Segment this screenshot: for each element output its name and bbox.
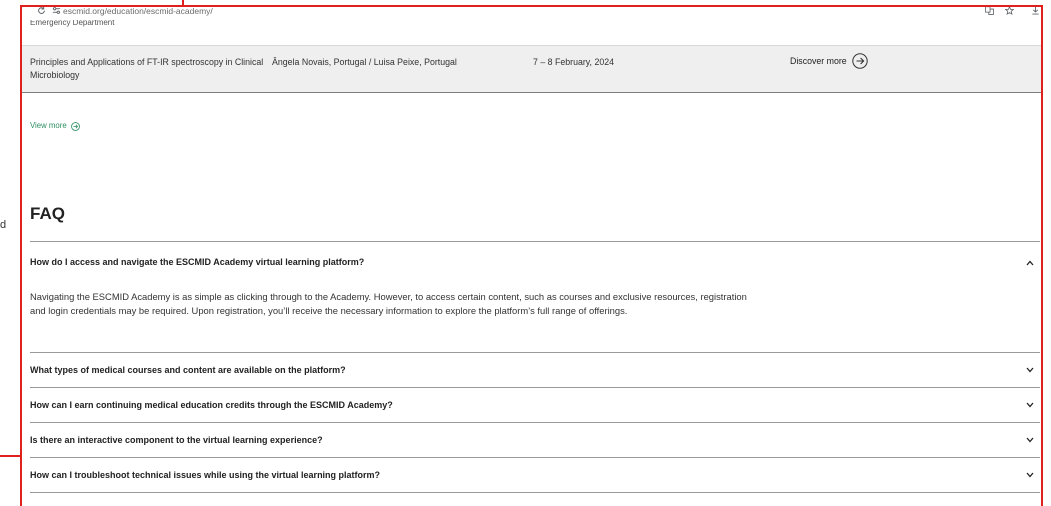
address-bar-url[interactable]: escmid.org/education/escmid-academy/: [63, 7, 213, 16]
course-row: Principles and Applications of FT-IR spe…: [22, 45, 1041, 93]
circle-arrow-right-icon: [70, 121, 80, 131]
circle-arrow-right-icon: [852, 53, 868, 69]
faq-question-toggle[interactable]: What types of medical courses and conten…: [30, 353, 1040, 387]
faq-answer: Navigating the ESCMID Academy is as simp…: [30, 291, 747, 316]
course-title: Principles and Applications of FT-IR spe…: [30, 57, 264, 80]
site-info-icon[interactable]: [52, 7, 61, 15]
faq-question-toggle[interactable]: How do I access and navigate the ESCMID …: [30, 242, 1040, 283]
faq-question: How do I access and navigate the ESCMID …: [30, 257, 365, 267]
faq-item: How can I troubleshoot technical issues …: [30, 458, 1040, 493]
faq-question: Is there an interactive component to the…: [30, 435, 323, 445]
faq-accordion: How do I access and navigate the ESCMID …: [30, 241, 1040, 493]
chevron-down-icon: [1026, 367, 1034, 373]
chevron-up-icon: [1026, 260, 1034, 265]
course-authors: Ângela Novais, Portugal / Luisa Peixe, P…: [272, 57, 457, 67]
discover-more-link[interactable]: Discover more: [790, 53, 868, 69]
faq-question: How can I troubleshoot technical issues …: [30, 470, 381, 480]
course-dates: 7 – 8 February, 2024: [533, 57, 615, 67]
faq-question: What types of medical courses and conten…: [30, 365, 346, 375]
faq-question: How can I earn continuing medical educat…: [30, 400, 393, 410]
faq-item: How do I access and navigate the ESCMID …: [30, 242, 1040, 353]
faq-question-toggle[interactable]: Is there an interactive component to the…: [30, 423, 1040, 457]
annotation-connector-left: [0, 455, 21, 457]
download-icon[interactable]: [1031, 7, 1040, 15]
chevron-down-icon: [1026, 402, 1034, 408]
translate-icon[interactable]: [985, 7, 994, 15]
faq-item: How can I earn continuing medical educat…: [30, 388, 1040, 423]
chevron-down-icon: [1026, 437, 1034, 443]
faq-heading: FAQ: [30, 204, 65, 223]
faq-question-toggle[interactable]: How can I earn continuing medical educat…: [30, 388, 1040, 422]
browser-toolbar: escmid.org/education/escmid-academy/: [22, 7, 1041, 20]
faq-item: What types of medical courses and conten…: [30, 353, 1040, 388]
discover-more-label: Discover more: [790, 55, 847, 66]
faq-question-toggle[interactable]: How can I troubleshoot technical issues …: [30, 458, 1040, 492]
view-more-label: View more: [30, 121, 67, 130]
reload-icon[interactable]: [37, 7, 46, 15]
annotation-frame: escmid.org/education/escmid-academy/ Eme…: [20, 5, 1043, 506]
bookmark-star-icon[interactable]: [1005, 7, 1014, 15]
view-more-link[interactable]: View more: [30, 120, 80, 132]
faq-item: Is there an interactive component to the…: [30, 423, 1040, 458]
chevron-down-icon: [1026, 472, 1034, 478]
outside-partial-text: d: [0, 219, 7, 231]
